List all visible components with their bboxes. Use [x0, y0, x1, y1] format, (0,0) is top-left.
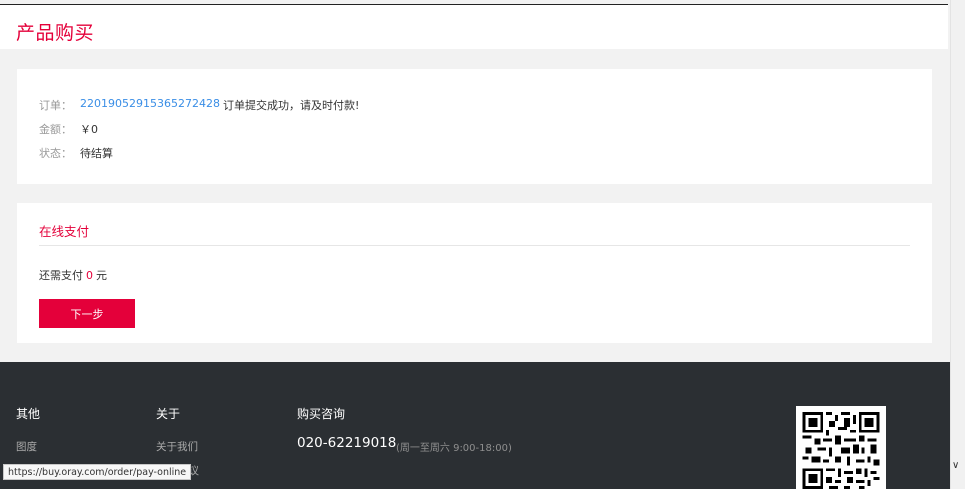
payment-title: 在线支付 — [39, 224, 90, 239]
order-label: 订单： — [39, 99, 72, 112]
footer-col-consult-title: 购买咨询 — [297, 407, 346, 421]
page-title: 产品购买 — [16, 22, 95, 44]
amount-value: ￥0 — [80, 123, 98, 136]
footer-col-about-title: 关于 — [156, 407, 181, 421]
consult-hours: (周一至周六 9:00-18:00) — [396, 443, 512, 454]
payment-remaining: 还需支付 0 元 — [39, 267, 107, 283]
footer-link-about-us[interactable]: 关于我们 — [156, 439, 198, 454]
statusbar-url: https://buy.oray.com/order/pay-online — [3, 464, 192, 480]
order-message: 订单提交成功，请及时付款! — [222, 99, 360, 112]
order-row: 订单： 22019052915365272428 订单提交成功，请及时付款! — [39, 97, 359, 113]
consult-phone: 020-62219018 — [297, 435, 397, 451]
next-step-button[interactable]: 下一步 — [39, 299, 135, 328]
qr-code-icon — [796, 406, 886, 489]
remaining-amount: 0 — [86, 269, 93, 282]
amount-row: 金额： ￥0 — [39, 121, 98, 137]
footer-link-tudu[interactable]: 图度 — [16, 439, 37, 454]
order-summary-card: 订单： 22019052915365272428 订单提交成功，请及时付款! 金… — [17, 69, 932, 184]
chevron-down-icon[interactable]: ∨ — [952, 460, 959, 471]
remaining-unit: 元 — [96, 269, 107, 282]
remaining-prefix: 还需支付 — [39, 269, 83, 282]
amount-label: 金额： — [39, 123, 72, 136]
page-header: 产品购买 — [0, 5, 948, 49]
payment-divider — [39, 245, 910, 246]
online-payment-card: 在线支付 还需支付 0 元 下一步 — [17, 203, 932, 343]
order-number-link[interactable]: 22019052915365272428 — [80, 97, 220, 113]
status-value: 待结算 — [80, 147, 113, 160]
page-scrollbar[interactable] — [950, 0, 965, 489]
status-row: 状态： 待结算 — [39, 145, 113, 161]
footer-col-other-title: 其他 — [16, 407, 41, 421]
status-label: 状态： — [39, 147, 72, 160]
